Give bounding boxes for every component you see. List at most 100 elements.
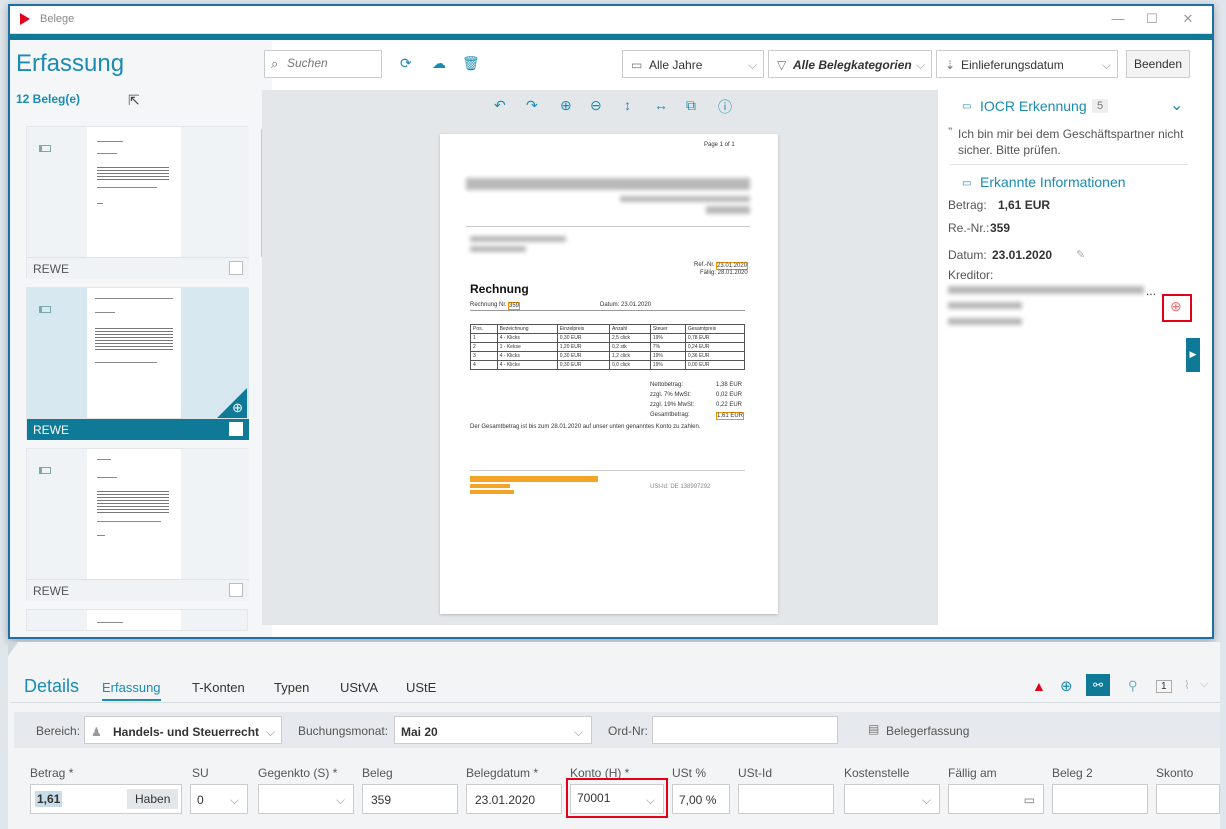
add-circle-icon[interactable]: ⊕ — [232, 400, 243, 416]
tab-typen[interactable]: Typen — [274, 680, 309, 695]
warning-icon[interactable]: ▲ — [1032, 678, 1046, 694]
document-card-partial[interactable] — [26, 609, 248, 631]
date-label: Datum: — [948, 248, 987, 262]
receipt-icon — [39, 467, 51, 474]
document-thumbnail[interactable] — [87, 610, 181, 630]
people-icon: ♟ — [91, 725, 102, 739]
table-header-row: Pos. Bezeichnung Einzelpreis Anzahl Steuer Ge… — [470, 324, 746, 334]
pin-icon[interactable]: ⚲ — [1128, 678, 1138, 694]
card-label: REWE — [33, 423, 69, 437]
open-external-icon[interactable]: ⧉ — [686, 97, 696, 114]
document-thumbnail[interactable] — [87, 449, 181, 579]
sort-dropdown[interactable]: ⇣ Einlieferungsdatum ⌵ — [936, 50, 1118, 78]
card-checkbox[interactable] — [229, 261, 243, 275]
close-button[interactable]: ✕ — [1178, 11, 1198, 27]
trash-icon[interactable]: 🗑 — [462, 55, 480, 72]
refresh-icon[interactable]: ⟳ — [400, 55, 412, 72]
ocr-title[interactable]: IOCR Erkennung — [980, 98, 1087, 114]
ust-input[interactable]: 7,00 % — [672, 784, 730, 814]
tab-uste[interactable]: UStE — [406, 680, 436, 695]
kostenstelle-dropdown[interactable]: ⌵ — [844, 784, 940, 814]
document-card-selected[interactable]: ⊕ REWE — [26, 287, 249, 440]
tab-ustva[interactable]: UStVA — [340, 680, 378, 695]
app-logo-icon — [20, 13, 30, 25]
search-input[interactable] — [287, 56, 377, 70]
zoom-in-icon[interactable]: ⊕ — [560, 97, 572, 114]
table-row: 34 - Klicks 0,30 EUR 1,2 click 19% 0,36 EUR — [470, 351, 746, 361]
document-card[interactable]: REWE — [26, 126, 249, 279]
paperclip-icon[interactable]: ⌇ — [1184, 678, 1190, 692]
info-card-icon: ▭ — [962, 178, 972, 189]
redacted-recipient — [470, 246, 526, 252]
page-info: Page 1 of 1 — [704, 142, 735, 148]
gegenkto-dropdown[interactable]: ⌵ — [258, 784, 354, 814]
tab-t-konten[interactable]: T-Konten — [192, 680, 245, 695]
konto-value: 70001 — [577, 791, 611, 805]
belegdatum-input[interactable]: 23.01.2020 — [466, 784, 562, 814]
redacted-recipient — [470, 236, 566, 242]
end-button[interactable]: Beenden — [1126, 50, 1190, 78]
chevron-down-icon: ⌵ — [229, 793, 239, 807]
ustid-input[interactable] — [738, 784, 834, 814]
card-checkbox[interactable] — [229, 422, 243, 436]
beleg-input[interactable]: 359 — [362, 784, 458, 814]
document-thumbnail[interactable] — [87, 288, 181, 418]
su-dropdown[interactable]: 0 ⌵ — [190, 784, 248, 814]
zoom-out-icon[interactable]: ⊖ — [590, 97, 602, 114]
info-icon[interactable]: ⓘ — [718, 97, 732, 117]
invoice-value: 359 — [990, 221, 1011, 235]
beleg2-label: Beleg 2 — [1052, 766, 1093, 780]
area-value: Handels- und Steuerrecht — [113, 725, 260, 739]
fit-width-icon[interactable]: ↔ — [654, 97, 668, 113]
chevron-down-icon[interactable]: ⌄ — [1170, 95, 1183, 115]
beleg2-input[interactable] — [1052, 784, 1148, 814]
rotate-left-icon[interactable]: ↶ — [494, 97, 506, 114]
faellig-label: Fällig am — [948, 766, 997, 780]
amount-label: Betrag: — [948, 198, 987, 212]
card-label: REWE — [33, 584, 69, 598]
chevron-down-icon: ⌵ — [645, 793, 655, 807]
chevron-down-icon: ⌵ — [573, 725, 583, 739]
total-value: 0,22 EUR — [716, 402, 743, 408]
konto-dropdown[interactable]: 70001 ⌵ — [570, 784, 664, 814]
link-toggle-icon[interactable]: ⚯ — [1086, 674, 1110, 696]
su-label: SU — [192, 766, 209, 780]
ord-number-input[interactable] — [652, 716, 838, 744]
calendar-icon[interactable]: ▭ — [1024, 793, 1035, 807]
add-circle-icon[interactable]: ⊕ — [1170, 298, 1182, 315]
haben-toggle[interactable]: Haben — [127, 789, 179, 809]
ocr-icon: ▭ — [962, 101, 972, 112]
minimize-button[interactable]: — — [1108, 11, 1128, 27]
cloud-upload-icon[interactable]: ☁ — [432, 55, 446, 72]
add-circle-icon[interactable]: ⊕ — [1060, 677, 1073, 695]
betrag-label: Betrag * — [30, 766, 74, 780]
creditor-label: Kreditor: — [948, 268, 994, 282]
rotate-right-icon[interactable]: ↷ — [526, 97, 538, 114]
area-label: Bereich: — [36, 724, 81, 738]
tab-erfassung[interactable]: Erfassung — [102, 680, 161, 701]
maximize-button[interactable]: ☐ — [1142, 11, 1162, 27]
category-filter-dropdown[interactable]: ▽ Alle Belegkategorien ⌵ — [768, 50, 932, 78]
faellig-input[interactable]: ▭ — [948, 784, 1044, 814]
belegerfassung-button[interactable]: Belegerfassung — [886, 724, 969, 738]
amount-value: 1,61 EUR — [998, 198, 1051, 212]
expand-panel-button[interactable]: ▶ — [1186, 338, 1200, 372]
betrag-input[interactable]: 1,61 Haben — [30, 784, 182, 814]
document-thumbnail[interactable] — [87, 127, 181, 257]
attachment-count-badge: 1 — [1156, 680, 1172, 693]
card-label-bar: REWE — [27, 257, 249, 279]
invoice-number-label: Rechnung Nr. — [470, 302, 507, 308]
month-dropdown[interactable]: Mai 20 ⌵ — [394, 716, 592, 744]
ocr-count-badge: 5 — [1092, 99, 1109, 113]
year-filter-dropdown[interactable]: ▭ Alle Jahre ⌵ — [622, 50, 764, 78]
edit-pencil-icon[interactable]: ✎ — [1076, 248, 1085, 261]
area-dropdown[interactable]: ♟ Handels- und Steuerrecht ⌵ — [84, 716, 282, 744]
chevron-down-icon[interactable]: ⌵ — [1200, 678, 1208, 691]
card-checkbox[interactable] — [229, 583, 243, 597]
fit-height-icon[interactable]: ↕ — [624, 97, 631, 113]
payment-note: Der Gesamtbetrag ist bis zum 28.01.2020 … — [470, 424, 701, 430]
search-field[interactable]: ⌕ — [264, 50, 382, 78]
skonto-input[interactable] — [1156, 784, 1220, 814]
document-card[interactable]: REWE — [26, 448, 249, 601]
belegdatum-value: 23.01.2020 — [475, 793, 536, 807]
